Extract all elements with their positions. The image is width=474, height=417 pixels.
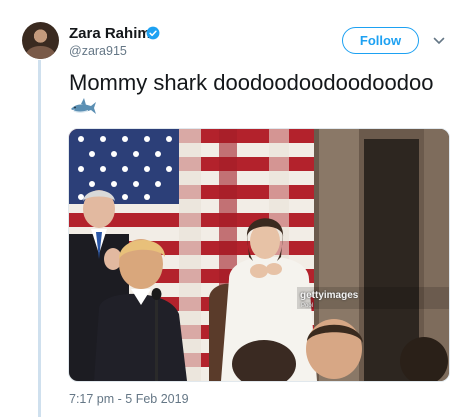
avatar[interactable] xyxy=(22,22,59,59)
tweet-media-image[interactable]: gettyimages Pool xyxy=(68,128,450,382)
tweet-timestamp[interactable]: 7:17 pm - 5 Feb 2019 xyxy=(69,392,189,406)
user-handle[interactable]: @zara915 xyxy=(69,44,127,58)
getty-watermark-sub: Pool xyxy=(301,303,314,309)
chevron-down-icon[interactable] xyxy=(433,35,445,47)
thread-line xyxy=(38,60,41,417)
tweet-text: Mommy shark doodoodoodoodoodoo xyxy=(69,70,434,95)
verified-badge-icon xyxy=(146,26,160,40)
getty-watermark: gettyimages xyxy=(300,290,359,301)
display-name[interactable]: Zara Rahim xyxy=(69,25,151,42)
follow-button[interactable]: Follow xyxy=(342,27,419,54)
shark-emoji-icon xyxy=(71,98,96,114)
